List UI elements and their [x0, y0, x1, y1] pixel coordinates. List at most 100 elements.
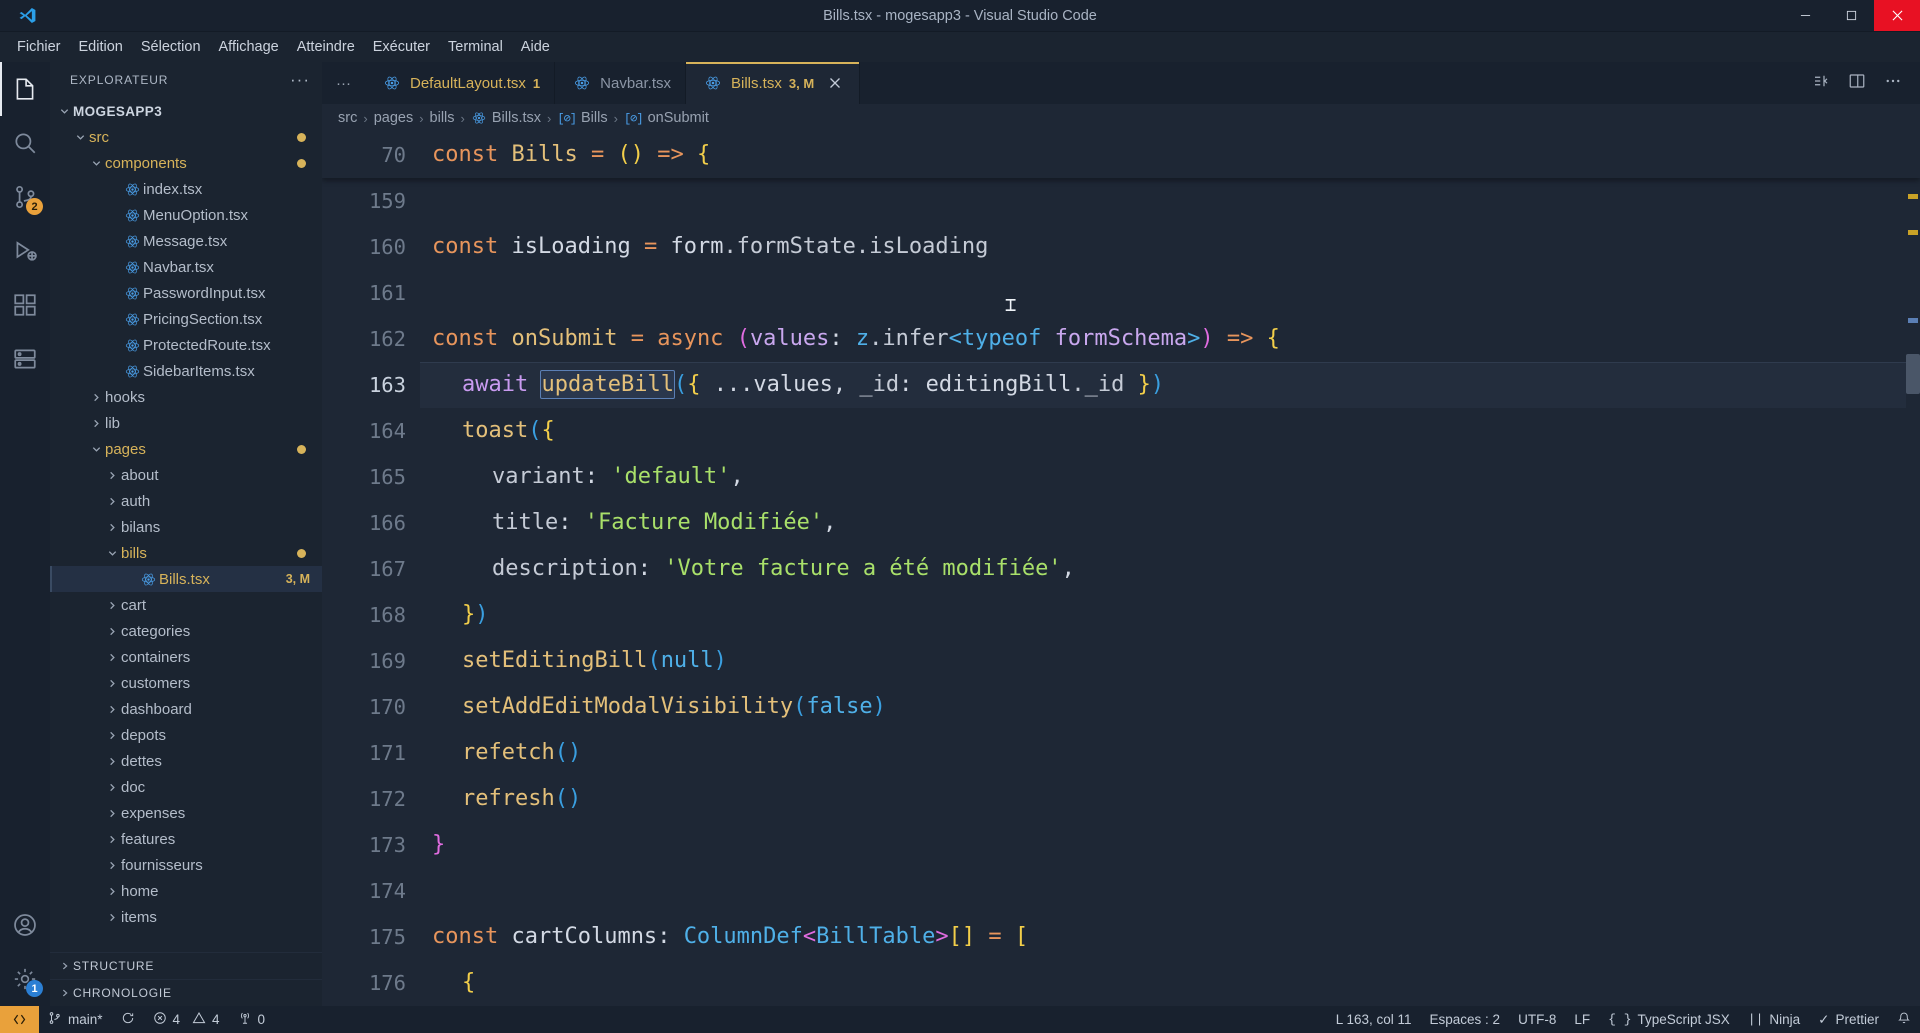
split-editor-icon[interactable] [1812, 72, 1830, 95]
chevron-right-icon[interactable] [104, 756, 121, 767]
tree-folder-categories[interactable]: categories [50, 618, 322, 644]
breadcrumb-item-pages[interactable]: pages [374, 110, 414, 126]
chevron-down-icon[interactable] [72, 132, 89, 143]
menu-affichage[interactable]: Affichage [210, 36, 288, 58]
chevron-right-icon[interactable] [104, 704, 121, 715]
tree-file-pricingsection-tsx[interactable]: PricingSection.tsx [50, 306, 322, 332]
code-line[interactable]: toast({ [420, 408, 1920, 454]
code-line[interactable]: title: 'Facture Modifiée', [420, 500, 1920, 546]
chevron-down-icon[interactable] [56, 106, 73, 117]
status-problems[interactable]: 4 4 [144, 1006, 229, 1033]
chevron-right-icon[interactable] [104, 678, 121, 689]
tree-folder-items[interactable]: items [50, 904, 322, 930]
code-line[interactable]: variant: 'default', [420, 454, 1920, 500]
activity-item-remote-explorer[interactable] [0, 332, 50, 386]
tree-folder-auth[interactable]: auth [50, 488, 322, 514]
tree-file-protectedroute-tsx[interactable]: ProtectedRoute.tsx [50, 332, 322, 358]
chevron-right-icon[interactable] [104, 860, 121, 871]
chevron-right-icon[interactable] [104, 496, 121, 507]
code-line[interactable]: await updateBill({ ...values, _id: editi… [420, 362, 1920, 408]
status-encoding[interactable]: UTF-8 [1509, 1012, 1565, 1027]
tree-folder-dashboard[interactable]: dashboard [50, 696, 322, 722]
editor-tabs[interactable]: DefaultLayout.tsx 1 Navbar.tsx Bills.tsx 3, … [365, 62, 861, 104]
tree-folder-about[interactable]: about [50, 462, 322, 488]
tree-folder-doc[interactable]: doc [50, 774, 322, 800]
editor-tab-bills-tsx[interactable]: Bills.tsx 3, M [686, 62, 861, 104]
chevron-right-icon[interactable] [104, 730, 121, 741]
status-ports[interactable]: 0 [229, 1006, 275, 1033]
tree-file-menuoption-tsx[interactable]: MenuOption.tsx [50, 202, 322, 228]
tree-folder-features[interactable]: features [50, 826, 322, 852]
tree-file-sidebaritems-tsx[interactable]: SidebarItems.tsx [50, 358, 322, 384]
tree-folder-expenses[interactable]: expenses [50, 800, 322, 826]
code-line[interactable]: setEditingBill(null) [420, 638, 1920, 684]
chevron-right-icon[interactable] [104, 470, 121, 481]
code-line[interactable]: refetch() [420, 730, 1920, 776]
code-line[interactable]: const cartColumns: ColumnDef<BillTable>[… [420, 914, 1920, 960]
code-line[interactable]: const isLoading = form.formState.isLoadi… [420, 224, 1920, 270]
status-eol[interactable]: LF [1565, 1012, 1599, 1027]
breadcrumb[interactable]: src › pages › bills › Bills.tsx › [⊘] Bills › [⊘] on… [322, 104, 1920, 132]
activity-item-search[interactable] [0, 116, 50, 170]
close-button[interactable] [1874, 0, 1920, 31]
code-line[interactable]: }) [420, 592, 1920, 638]
chevron-right-icon[interactable] [104, 600, 121, 611]
chevron-right-icon[interactable] [88, 418, 105, 429]
code-line[interactable]: refresh() [420, 776, 1920, 822]
status-notifications[interactable] [1888, 1011, 1920, 1028]
tree-folder-pages[interactable]: pages [50, 436, 322, 462]
breadcrumb-item-bills-tsx[interactable]: Bills.tsx [471, 110, 541, 126]
chevron-down-icon[interactable] [88, 158, 105, 169]
tree-folder-src[interactable]: src [50, 124, 322, 150]
activity-item-extensions[interactable] [0, 278, 50, 332]
chevron-right-icon[interactable] [104, 522, 121, 533]
tree-folder-depots[interactable]: depots [50, 722, 322, 748]
chevron-down-icon[interactable] [104, 548, 121, 559]
activity-item-run-debug[interactable] [0, 224, 50, 278]
editor-scrollbar-thumb[interactable] [1906, 354, 1920, 394]
code-line[interactable]: { [420, 960, 1920, 1006]
menu-executer[interactable]: Exécuter [364, 36, 439, 58]
explorer-more-actions[interactable]: ··· [290, 71, 310, 88]
tree-folder-cart[interactable]: cart [50, 592, 322, 618]
tree-folder-dettes[interactable]: dettes [50, 748, 322, 774]
tree-file-bills-tsx[interactable]: Bills.tsx 3, M [50, 566, 322, 592]
sticky-scroll-header[interactable]: 70 const Bills = () => { [322, 132, 1920, 178]
glyph-margin[interactable] [322, 132, 348, 1006]
tree-folder-lib[interactable]: lib [50, 410, 322, 436]
tabs-overflow-button[interactable]: ··· [322, 62, 365, 104]
tree-folder-customers[interactable]: customers [50, 670, 322, 696]
activity-item-settings[interactable]: 1 [0, 952, 50, 1006]
chevron-right-icon[interactable] [104, 886, 121, 897]
editor-tab-navbar-tsx[interactable]: Navbar.tsx [555, 62, 687, 104]
open-changes-icon[interactable] [1848, 72, 1866, 95]
code-line[interactable]: const onSubmit = async (values: z.infer<… [420, 316, 1920, 362]
code-line[interactable]: description: 'Votre facture a été modifi… [420, 546, 1920, 592]
code-line[interactable] [420, 178, 1920, 224]
menu-aide[interactable]: Aide [512, 36, 559, 58]
tree-folder-components[interactable]: components [50, 150, 322, 176]
activity-item-source-control[interactable]: 2 [0, 170, 50, 224]
tree-file-index-tsx[interactable]: index.tsx [50, 176, 322, 202]
chevron-down-icon[interactable] [88, 444, 105, 455]
tree-folder-mogesapp3[interactable]: MOGESAPP3 [50, 98, 322, 124]
tree-folder-home[interactable]: home [50, 878, 322, 904]
sidebar-section-structure[interactable]: STRUCTURE [50, 952, 322, 979]
status-ninja[interactable]: || Ninja [1739, 1012, 1809, 1027]
breadcrumb-item-bills[interactable]: bills [430, 110, 455, 126]
tree-folder-hooks[interactable]: hooks [50, 384, 322, 410]
chevron-right-icon[interactable] [104, 808, 121, 819]
chevron-right-icon[interactable] [88, 392, 105, 403]
menu-terminal[interactable]: Terminal [439, 36, 512, 58]
code-line[interactable]: } [420, 822, 1920, 868]
status-prettier[interactable]: ✓ Prettier [1809, 1012, 1888, 1028]
tree-folder-fournisseurs[interactable]: fournisseurs [50, 852, 322, 878]
tree-file-message-tsx[interactable]: Message.tsx [50, 228, 322, 254]
file-tree[interactable]: MOGESAPP3 src components index.tsx MenuOptio… [50, 98, 322, 952]
sidebar-section-timeline[interactable]: CHRONOLOGIE [50, 979, 322, 1006]
tree-folder-bills[interactable]: bills [50, 540, 322, 566]
code-lines[interactable]: }, [editingBill])const isLoading = form.… [420, 132, 1920, 1006]
tree-file-passwordinput-tsx[interactable]: PasswordInput.tsx [50, 280, 322, 306]
code-editor[interactable]: 70 const Bills = () => { 158159160161162… [322, 132, 1920, 1006]
menu-atteindre[interactable]: Atteindre [288, 36, 364, 58]
